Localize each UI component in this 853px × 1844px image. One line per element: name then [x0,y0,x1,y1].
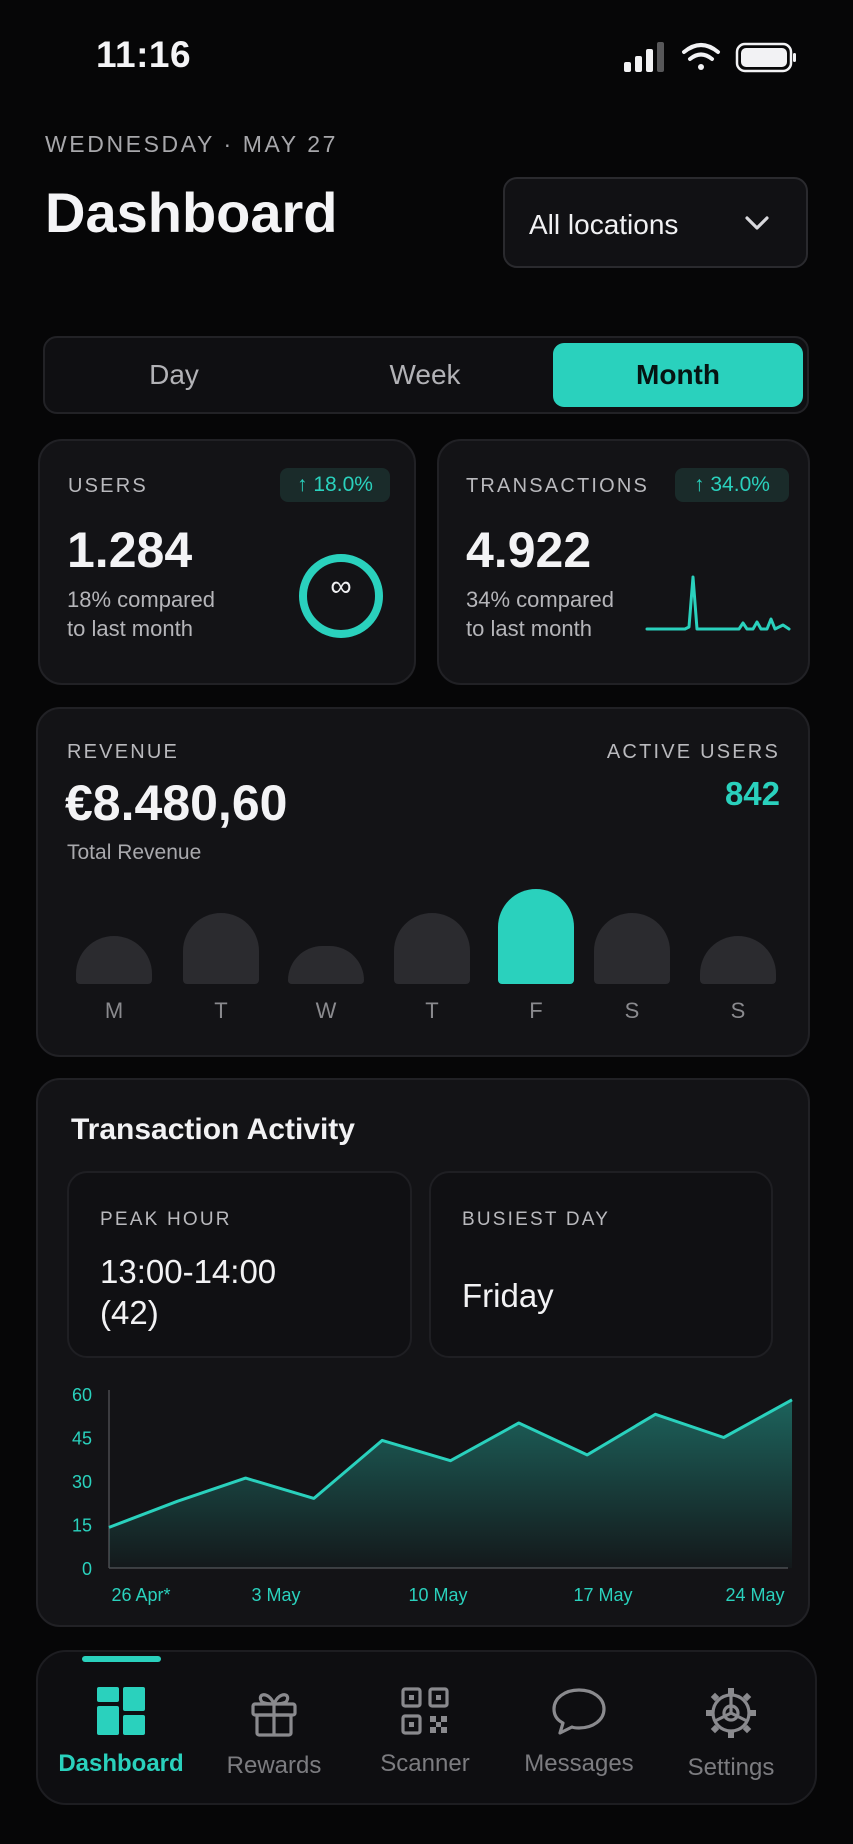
tab-week[interactable]: Week [300,343,550,407]
period-selector: Day Week Month [43,336,809,414]
weekday-label: T [214,998,228,1023]
busiest-day-box: BUSIEST DAY Friday [429,1171,773,1358]
x-tick-label: 24 May [725,1585,784,1605]
transactions-note-line1: 34% compared [466,587,614,612]
dashboard-icon [97,1687,145,1735]
busiest-day-label: BUSIEST DAY [462,1209,611,1230]
nav-messages[interactable]: Messages [504,1650,654,1805]
location-select[interactable]: All locations [503,177,808,268]
transactions-value: 4.922 [466,522,592,578]
gear-icon [706,1688,756,1738]
nav-dashboard[interactable]: Dashboard [46,1650,196,1805]
status-time: 11:16 [96,34,192,75]
revenue-label: REVENUE [67,741,180,763]
weekday-label: T [425,998,439,1023]
y-tick-label: 60 [72,1385,92,1405]
date-label: WEDNESDAY · MAY 27 [45,131,339,157]
y-tick-label: 30 [72,1472,92,1492]
x-tick-label: 10 May [408,1585,467,1605]
peak-hour-count: (42) [100,1294,159,1331]
revenue-bar-thu[interactable] [394,913,470,984]
transaction-activity-chart: 60 45 30 15 0 26 Apr* 3 May 10 May 17 May 24 May [72,1385,793,1605]
wifi-icon [682,43,720,70]
users-card[interactable]: USERS ↑ 18.0% 1.284 18% compared to last… [38,439,416,685]
x-tick-label: 17 May [573,1585,632,1605]
peak-hour-value: 13:00-14:00 [100,1253,277,1290]
battery-icon [735,42,796,73]
active-users-label: ACTIVE USERS [606,741,780,763]
infinity-icon: ∞ [330,570,352,603]
nav-label: Settings [687,1754,775,1781]
y-tick-label: 0 [82,1559,92,1579]
revenue-bar-fri[interactable] [498,889,574,984]
active-users-value: 842 [724,775,780,812]
chat-bubble-icon [552,1688,606,1735]
x-tick-label: 26 Apr* [111,1585,170,1605]
users-note-line1: 18% compared [67,587,215,612]
revenue-bar-tue[interactable] [183,913,259,984]
transactions-card[interactable]: TRANSACTIONS ↑ 34.0% 4.922 34% compared … [437,439,810,685]
peak-hour-label: PEAK HOUR [100,1209,232,1230]
nav-scanner[interactable]: Scanner [350,1650,500,1805]
nav-label: Dashboard [58,1750,184,1777]
peak-hour-box: PEAK HOUR 13:00-14:00 (42) [67,1171,412,1358]
nav-label: Rewards [226,1752,322,1779]
transactions-note-line2: to last month [466,616,592,641]
activity-title: Transaction Activity [71,1113,355,1146]
users-value: 1.284 [67,522,193,578]
busiest-day-value: Friday [462,1277,554,1314]
revenue-value: €8.480,60 [65,775,288,831]
revenue-bar-sat[interactable] [594,913,670,984]
users-note-line2: to last month [67,616,193,641]
location-select-value: All locations [529,209,679,240]
revenue-caption: Total Revenue [67,841,202,864]
nav-label: Messages [524,1750,634,1777]
tab-month[interactable]: Month [553,343,803,407]
x-tick-label: 3 May [251,1585,300,1605]
chevron-down-icon [745,216,769,230]
status-icons [624,42,796,73]
weekday-label: M [104,998,124,1023]
transactions-label: TRANSACTIONS [466,475,650,497]
transactions-sparkline [645,575,791,631]
weekday-label: W [315,998,337,1023]
tab-day[interactable]: Day [49,343,299,407]
signal-icon [624,42,664,72]
weekday-label: F [529,998,543,1023]
qr-code-icon [401,1687,449,1735]
weekday-label: S [624,998,640,1023]
nav-label: Scanner [380,1750,470,1777]
users-change-badge: ↑ 18.0% [280,468,390,502]
gift-icon [251,1693,297,1737]
nav-settings[interactable]: Settings [656,1650,806,1805]
y-tick-label: 45 [72,1429,92,1449]
y-tick-label: 15 [72,1516,92,1536]
nav-rewards[interactable]: Rewards [199,1650,349,1805]
transactions-change-badge: ↑ 34.0% [675,468,789,502]
weekday-label: S [730,998,746,1023]
users-label: USERS [68,475,148,497]
page-title: Dashboard [45,181,338,244]
